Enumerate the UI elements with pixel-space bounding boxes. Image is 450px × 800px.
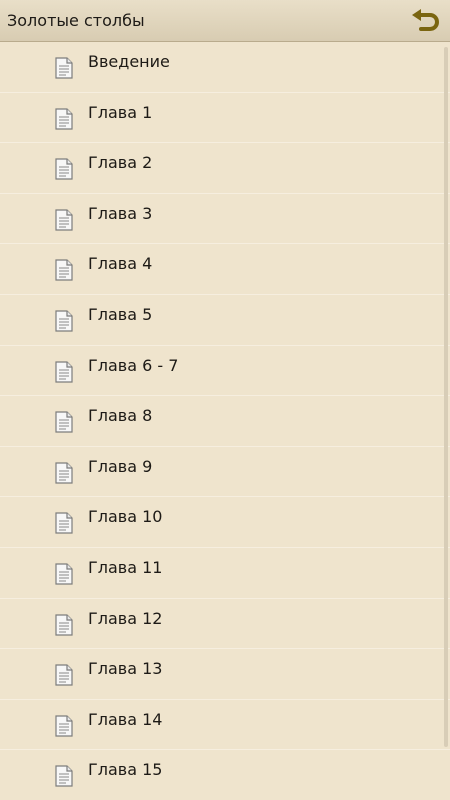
list-item[interactable]: Глава 13 bbox=[0, 649, 450, 700]
document-icon bbox=[54, 411, 74, 433]
list-item[interactable]: Глава 1 bbox=[0, 93, 450, 144]
document-icon bbox=[54, 259, 74, 281]
document-icon bbox=[54, 57, 74, 79]
list-item[interactable]: Глава 4 bbox=[0, 244, 450, 295]
app-screen: Золотые столбы Введение Глава 1 Глава 2 Гла… bbox=[0, 0, 450, 800]
list-item[interactable]: Глава 10 bbox=[0, 497, 450, 548]
document-icon bbox=[54, 310, 74, 332]
document-icon bbox=[54, 664, 74, 686]
list-item-label: Глава 2 bbox=[88, 153, 153, 173]
list-item-label: Глава 3 bbox=[88, 203, 153, 223]
document-icon bbox=[54, 462, 74, 484]
list-item[interactable]: Глава 14 bbox=[0, 700, 450, 751]
list-item-label: Глава 5 bbox=[88, 304, 153, 324]
header-bar: Золотые столбы bbox=[0, 0, 450, 42]
list-item-label: Глава 10 bbox=[88, 507, 163, 527]
list-item-label: Глава 14 bbox=[88, 709, 163, 729]
page-title: Золотые столбы bbox=[7, 11, 145, 30]
list-item-label: Глава 4 bbox=[88, 254, 153, 274]
list-item[interactable]: Глава 8 bbox=[0, 396, 450, 447]
list-item-label: Глава 15 bbox=[88, 760, 163, 780]
list-item-label: Глава 11 bbox=[88, 557, 163, 577]
list-item[interactable]: Глава 2 bbox=[0, 143, 450, 194]
list-item-label: Глава 13 bbox=[88, 659, 163, 679]
list-item[interactable]: Глава 11 bbox=[0, 548, 450, 599]
list-item[interactable]: Глава 3 bbox=[0, 194, 450, 245]
list-item-label: Глава 6 - 7 bbox=[88, 355, 179, 375]
list-item[interactable]: Глава 12 bbox=[0, 599, 450, 650]
back-arrow-icon bbox=[412, 9, 440, 31]
list-item-label: Введение bbox=[88, 52, 170, 71]
document-icon bbox=[54, 765, 74, 787]
document-icon bbox=[54, 107, 74, 130]
document-icon bbox=[54, 209, 74, 231]
list-item-label: Глава 1 bbox=[88, 102, 153, 122]
list-item[interactable]: Глава 15 bbox=[0, 750, 450, 800]
scrollbar[interactable] bbox=[444, 47, 448, 747]
list-item-label: Глава 8 bbox=[88, 406, 153, 426]
list-item[interactable]: Глава 6 - 7 bbox=[0, 346, 450, 397]
list-item[interactable]: Глава 5 bbox=[0, 295, 450, 346]
list-item-label: Глава 12 bbox=[88, 608, 163, 628]
document-icon bbox=[54, 715, 74, 737]
list-item-label: Глава 9 bbox=[88, 456, 153, 476]
back-button[interactable] bbox=[408, 5, 442, 37]
chapter-list[interactable]: Введение Глава 1 Глава 2 Глава 3 Глава 4 Глав… bbox=[0, 42, 450, 800]
document-icon bbox=[54, 512, 74, 534]
document-icon bbox=[54, 613, 74, 636]
list-item[interactable]: Введение bbox=[0, 42, 450, 93]
document-icon bbox=[54, 360, 74, 383]
list-item[interactable]: Глава 9 bbox=[0, 447, 450, 498]
document-icon bbox=[54, 563, 74, 585]
document-icon bbox=[54, 158, 74, 180]
